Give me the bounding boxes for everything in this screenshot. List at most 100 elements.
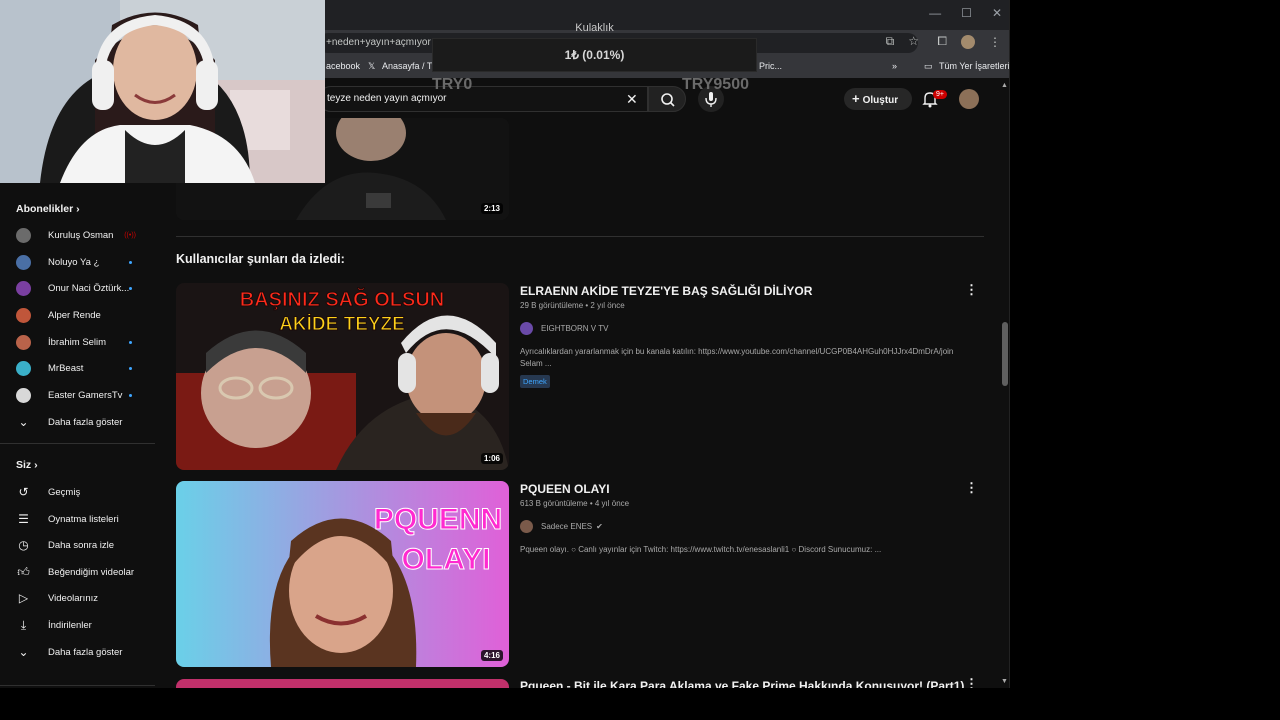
section-divider: [176, 236, 984, 237]
sidebar-item-easter-gamers[interactable]: Easter GamersTv: [16, 385, 146, 405]
channel-avatar: [16, 307, 31, 323]
video-duration: 4:16: [480, 650, 503, 661]
notification-badge: 9+: [933, 90, 947, 99]
thumbnail-text: AKİDE TEYZE: [279, 314, 405, 335]
new-content-dot: [129, 366, 132, 370]
sidebar-item-downloads[interactable]: ⤓ İndirilenler: [16, 615, 146, 635]
new-content-dot: [129, 260, 132, 264]
search-button[interactable]: [648, 86, 686, 112]
channel-link[interactable]: Sadece ENES ✔: [520, 520, 603, 533]
channel-avatar: [520, 520, 533, 533]
clock-icon: ◷: [18, 538, 29, 552]
download-icon: ⤓: [20, 617, 27, 632]
video-title[interactable]: Pqueen - Bit ile Kara Para Aklama ve Fak…: [520, 679, 964, 688]
sidebar-item-noluyo-ya[interactable]: Noluyo Ya ¿: [16, 252, 146, 272]
more-actions-icon[interactable]: ⋮: [965, 676, 978, 688]
sidebar-item-alper-rende[interactable]: Alper Rende: [16, 305, 146, 325]
video-thumbnail[interactable]: [176, 679, 509, 688]
divider: [0, 443, 155, 444]
thumbnail-text: OLAYI: [402, 543, 491, 576]
screen: — ☐ ✕ +neden+yayın+açmıyor ⧉ ☆ ⧠ ⋮ acebo…: [0, 0, 1280, 720]
scroll-down-icon[interactable]: ▼: [1001, 678, 1008, 685]
star-icon[interactable]: ☆: [908, 34, 919, 49]
video-description: Ayrıcalıklardan yararlanmak için bu kana…: [520, 347, 954, 368]
channel-avatar: [16, 360, 31, 376]
sidebar-item-watch-later[interactable]: ◷ Daha sonra izle: [16, 535, 146, 555]
clear-search-icon[interactable]: ✕: [626, 91, 638, 108]
video-description: Pqueen olayı. ○ Canlı yayınlar için Twit…: [520, 545, 882, 554]
plus-icon: +: [852, 91, 860, 106]
video-meta: 613 B görüntüleme • 4 yıl önce: [520, 499, 630, 508]
sidebar-item-onur-naci[interactable]: Onur Naci Öztürk...: [16, 278, 146, 298]
new-content-dot: [129, 340, 132, 344]
show-more-subscriptions[interactable]: ⌄ Daha fazla göster: [16, 412, 146, 432]
more-actions-icon[interactable]: ⋮: [965, 480, 978, 496]
more-actions-icon[interactable]: ⋮: [965, 282, 978, 298]
thumbs-up-icon: 👍︎: [17, 564, 30, 579]
folder-icon: ▭: [924, 61, 933, 71]
all-bookmarks[interactable]: Tüm Yer İşaretleri: [939, 61, 1009, 71]
video-thumbnail[interactable]: BAŞINIZ SAĞ OLSUN AKİDE TEYZE 1:06: [176, 283, 509, 470]
menu-icon[interactable]: ⋮: [989, 35, 1001, 49]
x-icon: 𝕏: [368, 61, 376, 71]
show-more-you[interactable]: ⌄ Daha fazla göster: [16, 642, 146, 662]
scroll-up-icon[interactable]: ▲: [1001, 82, 1008, 89]
sidebar-item-mrbeast[interactable]: MrBeast: [16, 358, 146, 378]
sidebar-item-liked-videos[interactable]: 👍︎ Beğendiğim videolar: [16, 562, 146, 582]
sidebar-item-playlists[interactable]: ☰ Oynatma listeleri: [16, 509, 146, 529]
chevron-down-icon: ⌄: [18, 415, 29, 429]
chevron-down-icon: ⌄: [18, 645, 29, 659]
create-button[interactable]: + Oluştur: [844, 88, 912, 110]
channel-avatar: [16, 254, 31, 270]
goal-title: Kulaklık: [575, 22, 614, 34]
video-title[interactable]: PQUEEN OLAYI: [520, 482, 610, 496]
channel-avatar: [16, 280, 31, 296]
extensions-icon[interactable]: ⧠: [937, 34, 947, 49]
cast-icon[interactable]: ⧉: [886, 34, 895, 49]
webcam-image: [0, 0, 325, 183]
history-icon: ↺: [18, 485, 29, 499]
scrollbar-thumb[interactable]: [1002, 322, 1008, 386]
video-duration: 2:13: [480, 203, 503, 214]
bookmark-pric[interactable]: Pric...: [759, 61, 782, 71]
you-heading[interactable]: Siz ›: [16, 459, 38, 471]
minimize-button[interactable]: —: [929, 6, 941, 20]
thumbnail-image: BAŞINIZ SAĞ OLSUN AKİDE TEYZE: [176, 283, 509, 470]
goal-max-label: TRY9500: [682, 76, 749, 93]
profile-avatar[interactable]: [961, 34, 975, 49]
thumbnail-text: BAŞINIZ SAĞ OLSUN: [240, 287, 444, 311]
sidebar-item-kurulus-osman[interactable]: Kuruluş Osman ((•)): [16, 225, 146, 245]
user-avatar[interactable]: [959, 89, 979, 109]
sidebar-item-your-videos[interactable]: ▷ Videolarınız: [16, 588, 146, 608]
video-title[interactable]: ELRAENN AKİDE TEYZE'YE BAŞ SAĞLIĞI DİLİY…: [520, 284, 812, 298]
goal-amount: 1₺ (0.01%): [564, 48, 625, 62]
omnibox-icons: ⧉ ☆: [886, 34, 919, 49]
channel-avatar: [16, 334, 31, 350]
thumbnail-image: PQUENN OLAYI: [176, 481, 509, 667]
bookmarks-overflow[interactable]: »: [892, 61, 897, 71]
video-badge: Demek: [520, 375, 550, 388]
live-icon: ((•)): [124, 231, 136, 239]
sidebar-item-ibrahim-selim[interactable]: İbrahim Selim: [16, 332, 146, 352]
chevron-right-icon: ›: [34, 459, 38, 471]
sidebar-item-history[interactable]: ↺ Geçmiş: [16, 482, 146, 502]
section-heading: Kullanıcılar şunları da izledi:: [176, 252, 345, 266]
goal-min-label: TRY0: [432, 76, 473, 93]
your-videos-icon: ▷: [18, 591, 29, 605]
channel-avatar: [520, 322, 533, 335]
sidebar: Abonelikler › Kuruluş Osman ((•)) Noluyo …: [0, 185, 155, 688]
video-thumbnail[interactable]: PQUENN OLAYI 4:16: [176, 481, 509, 667]
channel-avatar: [16, 227, 31, 243]
chevron-right-icon: ›: [76, 203, 80, 215]
thumbnail-text: PQUENN: [374, 503, 502, 536]
webcam-overlay: [0, 0, 325, 183]
new-content-dot: [129, 286, 132, 290]
search-input[interactable]: teyze neden yayın açmıyor: [318, 86, 648, 112]
extension-icons: ⧠ ⋮: [937, 34, 1001, 49]
bookmark-facebook[interactable]: acebook: [326, 61, 360, 71]
subscriptions-heading[interactable]: Abonelikler ›: [16, 203, 80, 215]
maximize-button[interactable]: ☐: [961, 6, 972, 20]
playlist-icon: ☰: [18, 512, 29, 526]
close-button[interactable]: ✕: [992, 6, 1002, 20]
channel-link[interactable]: EIGHTBORN V TV: [520, 322, 608, 335]
